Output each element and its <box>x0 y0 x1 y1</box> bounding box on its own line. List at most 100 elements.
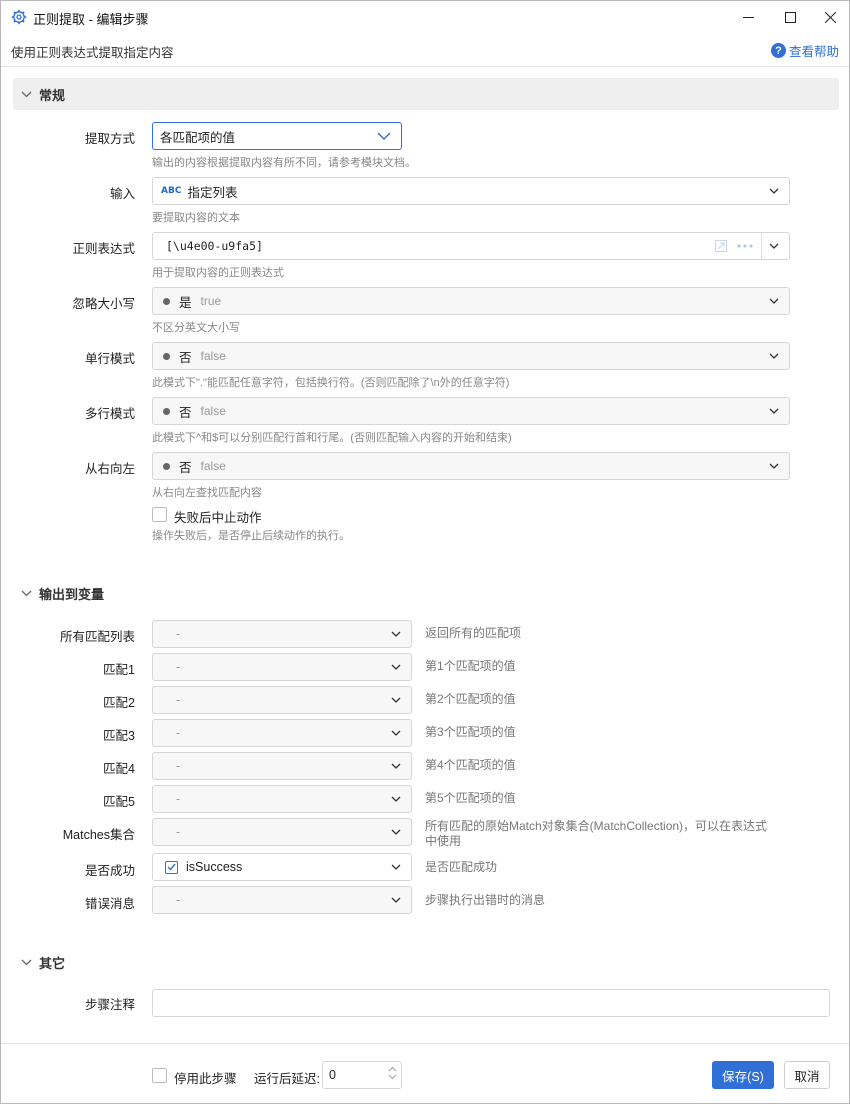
bool-dot-icon <box>163 352 170 360</box>
section-other-title: 其它 <box>39 955 66 971</box>
output-value: - <box>176 893 181 907</box>
output-label-matches: Matches集合 <box>62 828 135 842</box>
chevron-down-icon <box>391 864 401 870</box>
output-value: - <box>176 693 181 707</box>
output-desc-matches: 所有匹配的原始Match对象集合(MatchCollection)，可以在表达式… <box>425 819 768 848</box>
delay-stepper[interactable]: 0 <box>322 1061 402 1089</box>
bool-dot-icon <box>163 462 170 470</box>
right-to-left-select[interactable]: 否 false <box>152 452 790 480</box>
save-button[interactable]: 保存(S) <box>712 1061 774 1089</box>
chevron-down-icon[interactable] <box>769 243 779 249</box>
chevron-down-icon <box>769 463 779 469</box>
output-desc-match1: 第1个匹配项的值 <box>425 659 516 673</box>
output-select-error[interactable]: - <box>152 886 412 914</box>
checkbox-checked-icon <box>165 860 178 874</box>
output-desc-all-matches: 返回所有的匹配项 <box>425 626 522 640</box>
help-icon: ? <box>770 43 786 58</box>
output-label-is-success: 是否成功 <box>84 864 135 878</box>
chevron-down-icon <box>391 763 401 769</box>
output-value: - <box>176 759 181 773</box>
output-label-all-matches: 所有匹配列表 <box>59 630 135 644</box>
output-desc-match4: 第4个匹配项的值 <box>425 758 516 772</box>
window-title: 正则提取 - 编辑步骤 <box>33 12 149 27</box>
chevron-up-icon[interactable] <box>388 1066 397 1072</box>
output-value: isSuccess <box>186 860 243 874</box>
bool-dot-icon <box>163 297 170 305</box>
singleline-value: 否 <box>179 350 192 365</box>
delay-label: 运行后延迟: <box>254 1072 320 1086</box>
input-value: 指定列表 <box>187 185 238 200</box>
chevron-down-icon <box>391 631 401 637</box>
input-label: 输入 <box>109 187 135 201</box>
delay-value: 0 <box>329 1068 336 1082</box>
output-label-match1: 匹配1 <box>103 663 135 677</box>
singleline-label: 单行模式 <box>84 352 135 366</box>
chevron-down-icon[interactable] <box>388 1074 397 1080</box>
bool-dot-icon <box>163 407 170 415</box>
singleline-select[interactable]: 否 false <box>152 342 790 370</box>
chevron-down-icon <box>391 730 401 736</box>
output-select-match4[interactable]: - <box>152 752 412 780</box>
section-output-header[interactable]: 输出到变量 <box>13 577 839 609</box>
output-desc-match2: 第2个匹配项的值 <box>425 692 516 706</box>
ignore-case-select[interactable]: 是 true <box>152 287 790 315</box>
step-note-input[interactable] <box>152 989 830 1017</box>
chevron-down-icon <box>391 664 401 670</box>
output-select-match2[interactable]: - <box>152 686 412 714</box>
ignore-case-label: 忽略大小写 <box>72 297 135 311</box>
regex-input[interactable]: [\u4e00-u9fa5] <box>152 232 790 260</box>
chevron-down-icon <box>391 897 401 903</box>
extract-mode-value: 各匹配项的值 <box>160 130 236 145</box>
output-select-match1[interactable]: - <box>152 653 412 681</box>
chevron-down-icon <box>13 590 39 597</box>
right-to-left-value-en: false <box>200 459 226 473</box>
output-select-matches[interactable]: - <box>152 818 412 846</box>
output-desc-match3: 第3个匹配项的值 <box>425 725 516 739</box>
dialog-description: 使用正则表达式提取指定内容 <box>11 46 174 60</box>
ignore-case-value-en: true <box>200 294 222 308</box>
close-icon <box>824 11 836 23</box>
stop-on-fail-checkbox[interactable] <box>152 507 167 522</box>
output-select-match5[interactable]: - <box>152 785 412 813</box>
regex-value: [\u4e00-u9fa5] <box>166 239 263 253</box>
section-output-title: 输出到变量 <box>39 586 105 602</box>
multiline-select[interactable]: 否 false <box>152 397 790 425</box>
disable-step-checkbox[interactable] <box>152 1068 167 1083</box>
output-label-match3: 匹配3 <box>103 729 135 743</box>
output-select-all-matches[interactable]: - <box>152 620 412 648</box>
right-to-left-hint: 从右向左查找匹配内容 <box>152 487 262 499</box>
close-button[interactable] <box>807 1 850 33</box>
minimize-button[interactable] <box>725 1 771 33</box>
divider <box>761 233 762 259</box>
section-other-header[interactable]: 其它 <box>13 946 839 978</box>
cancel-button[interactable]: 取消 <box>784 1061 830 1089</box>
output-select-match3[interactable]: - <box>152 719 412 747</box>
chevron-down-icon <box>769 408 779 414</box>
chevron-down-icon <box>13 959 39 966</box>
singleline-hint: 此模式下"."能匹配任意字符，包括换行符。(否则匹配除了\n外的任意字符) <box>152 377 510 389</box>
right-to-left-value: 否 <box>179 460 192 475</box>
output-desc-match5: 第5个匹配项的值 <box>425 791 516 805</box>
dialog-window: 正则提取 - 编辑步骤 使用正则表达式提取指定内容 ? 查看帮助 常规 提取方式 <box>0 0 850 1104</box>
chevron-down-icon <box>391 796 401 802</box>
output-select-is-success[interactable]: isSuccess <box>152 853 412 881</box>
title-bar: 正则提取 - 编辑步骤 <box>1 1 849 33</box>
help-link[interactable]: ? 查看帮助 <box>770 41 839 60</box>
input-select[interactable]: ABC 指定列表 <box>152 177 790 205</box>
output-label-match2: 匹配2 <box>103 696 135 710</box>
more-icon[interactable] <box>737 244 753 248</box>
ignore-case-value: 是 <box>179 295 192 310</box>
help-label: 查看帮助 <box>788 45 839 59</box>
chevron-down-icon <box>769 188 779 194</box>
chevron-down-icon <box>769 353 779 359</box>
section-general-header[interactable]: 常规 <box>13 78 839 110</box>
output-value: - <box>176 792 181 806</box>
output-value: - <box>176 660 181 674</box>
expand-icon[interactable] <box>715 240 727 252</box>
subtitle-bar: 使用正则表达式提取指定内容 ? 查看帮助 <box>1 33 849 67</box>
extract-mode-select[interactable]: 各匹配项的值 <box>152 122 402 150</box>
output-label-match4: 匹配4 <box>103 762 135 776</box>
singleline-value-en: false <box>200 349 226 363</box>
disable-step-label: 停用此步骤 <box>174 1072 237 1086</box>
multiline-value-en: false <box>200 404 226 418</box>
